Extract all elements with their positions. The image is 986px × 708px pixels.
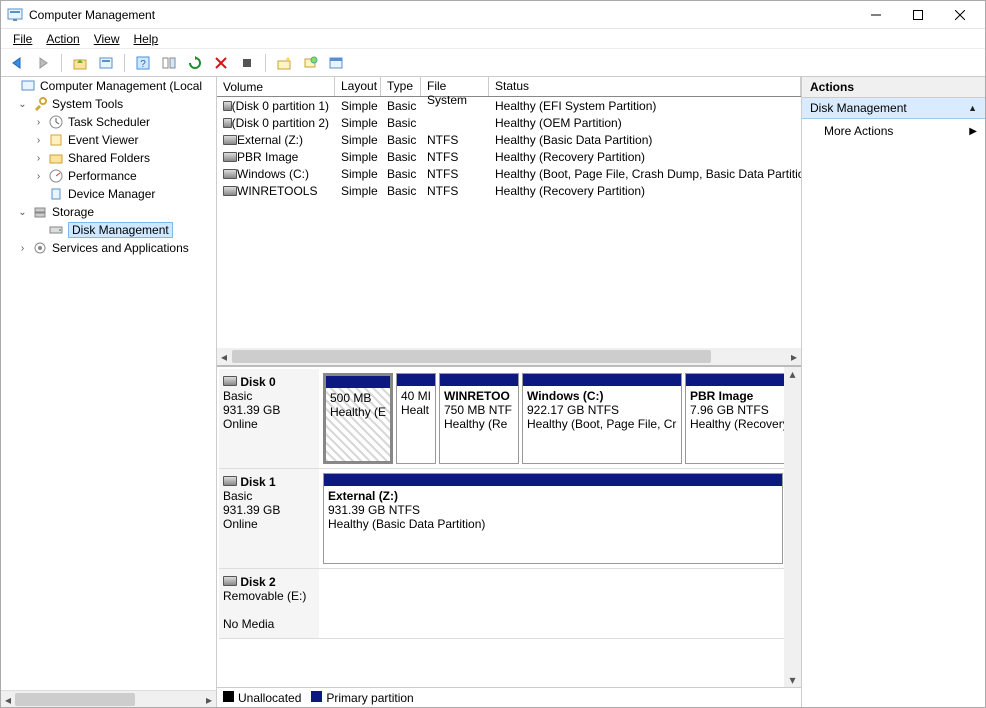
- forward-icon[interactable]: [33, 53, 53, 73]
- settings-icon[interactable]: [326, 53, 346, 73]
- partition-box[interactable]: WINRETOO750 MB NTFHealthy (Re: [439, 373, 519, 464]
- drive-icon: [223, 376, 237, 386]
- drive-icon: [223, 101, 232, 111]
- computer-icon: [20, 78, 36, 94]
- actions-pane: Actions Disk Management ▲ More Actions ▶: [802, 77, 985, 707]
- tree-scrollbar[interactable]: ◂▸: [1, 690, 216, 707]
- volume-row[interactable]: (Disk 0 partition 2)SimpleBasicHealthy (…: [217, 114, 801, 131]
- volume-row[interactable]: WINRETOOLSSimpleBasicNTFSHealthy (Recove…: [217, 182, 801, 199]
- perf-icon: [48, 168, 64, 184]
- window-title: Computer Management: [29, 8, 855, 22]
- tree-device-manager[interactable]: Device Manager: [1, 185, 216, 203]
- disk-row[interactable]: Disk 1Basic931.39 GBOnlineExternal (Z:)9…: [219, 469, 801, 569]
- disk-graphical-view[interactable]: Disk 0Basic931.39 GBOnline500 MBHealthy …: [217, 367, 801, 707]
- col-type[interactable]: Type: [381, 77, 421, 96]
- disk-row[interactable]: Disk 0Basic931.39 GBOnline500 MBHealthy …: [219, 369, 801, 469]
- volume-row[interactable]: PBR ImageSimpleBasicNTFSHealthy (Recover…: [217, 148, 801, 165]
- navigation-tree[interactable]: Computer Management (Local ⌄ System Tool…: [1, 77, 217, 707]
- drive-icon: [223, 118, 232, 128]
- drive-icon: [223, 169, 237, 179]
- chevron-right-icon: ▶: [969, 126, 977, 137]
- attach-icon[interactable]: [300, 53, 320, 73]
- legend: Unallocated Primary partition: [217, 687, 801, 707]
- volume-header[interactable]: Volume Layout Type File System Status: [217, 77, 801, 97]
- partition-box[interactable]: Windows (C:)922.17 GB NTFSHealthy (Boot,…: [522, 373, 682, 464]
- tree-services-apps[interactable]: ›Services and Applications: [1, 239, 216, 257]
- app-icon: [7, 7, 23, 23]
- services-icon: [32, 240, 48, 256]
- drive-icon: [223, 135, 237, 145]
- actions-header: Actions: [802, 77, 985, 98]
- menu-action[interactable]: Action: [40, 31, 85, 47]
- minimize-button[interactable]: [855, 1, 897, 29]
- storage-icon: [32, 204, 48, 220]
- svg-text:?: ?: [140, 59, 146, 70]
- drive-icon: [223, 186, 237, 196]
- col-volume[interactable]: Volume: [217, 77, 335, 96]
- partition-box[interactable]: External (Z:)931.39 GB NTFSHealthy (Basi…: [323, 473, 783, 564]
- titlebar: Computer Management: [1, 1, 985, 29]
- device-icon: [48, 186, 64, 202]
- delete-icon[interactable]: [211, 53, 231, 73]
- event-icon: [48, 132, 64, 148]
- menu-view[interactable]: View: [88, 31, 126, 47]
- menu-help[interactable]: Help: [128, 31, 165, 47]
- actions-more[interactable]: More Actions ▶: [802, 119, 985, 143]
- tree-storage[interactable]: ⌄Storage: [1, 203, 216, 221]
- up-folder-icon[interactable]: [70, 53, 90, 73]
- center-pane: Volume Layout Type File System Status (D…: [217, 77, 802, 707]
- drive-icon: [223, 152, 237, 162]
- tree-disk-management[interactable]: Disk Management: [1, 221, 216, 239]
- properties-icon[interactable]: [96, 53, 116, 73]
- tree-system-tools[interactable]: ⌄ System Tools: [1, 95, 216, 113]
- tree-shared-folders[interactable]: ›Shared Folders: [1, 149, 216, 167]
- tree-root[interactable]: Computer Management (Local: [1, 77, 216, 95]
- disk-info[interactable]: Disk 0Basic931.39 GBOnline: [219, 369, 319, 468]
- tools-icon: [32, 96, 48, 112]
- menu-file[interactable]: File: [7, 31, 38, 47]
- col-layout[interactable]: Layout: [335, 77, 381, 96]
- partition-box[interactable]: PBR Image7.96 GB NTFSHealthy (Recovery: [685, 373, 795, 464]
- volume-row[interactable]: Windows (C:)SimpleBasicNTFSHealthy (Boot…: [217, 165, 801, 182]
- col-status[interactable]: Status: [489, 77, 801, 96]
- tree-event-viewer[interactable]: ›Event Viewer: [1, 131, 216, 149]
- back-icon[interactable]: [7, 53, 27, 73]
- graphical-scrollbar[interactable]: ▴▾: [784, 367, 801, 687]
- toolbar: ?: [1, 49, 985, 77]
- clock-icon: [48, 114, 64, 130]
- close-button[interactable]: [939, 1, 981, 29]
- tree-task-scheduler[interactable]: ›Task Scheduler: [1, 113, 216, 131]
- menubar: File Action View Help: [1, 29, 985, 49]
- volume-list[interactable]: Volume Layout Type File System Status (D…: [217, 77, 801, 367]
- legend-primary: Primary partition: [326, 691, 413, 705]
- volume-row[interactable]: External (Z:)SimpleBasicNTFSHealthy (Bas…: [217, 131, 801, 148]
- drive-icon: [223, 576, 237, 586]
- disk-info[interactable]: Disk 1Basic931.39 GBOnline: [219, 469, 319, 568]
- new-vol-icon[interactable]: [274, 53, 294, 73]
- maximize-button[interactable]: [897, 1, 939, 29]
- collapse-icon[interactable]: ▲: [968, 103, 977, 113]
- pane-icon[interactable]: [159, 53, 179, 73]
- stop-icon[interactable]: [237, 53, 257, 73]
- drive-icon: [223, 476, 237, 486]
- volume-row[interactable]: (Disk 0 partition 1)SimpleBasicHealthy (…: [217, 97, 801, 114]
- disk-info[interactable]: Disk 2Removable (E:)No Media: [219, 569, 319, 638]
- volume-scrollbar[interactable]: ◂▸: [217, 348, 801, 365]
- actions-context[interactable]: Disk Management ▲: [802, 98, 985, 119]
- refresh-icon[interactable]: [185, 53, 205, 73]
- legend-unallocated: Unallocated: [238, 691, 301, 705]
- disk-icon: [48, 222, 64, 238]
- tree-performance[interactable]: ›Performance: [1, 167, 216, 185]
- col-filesystem[interactable]: File System: [421, 77, 489, 96]
- disk-row[interactable]: Disk 2Removable (E:)No Media: [219, 569, 801, 639]
- help-icon[interactable]: ?: [133, 53, 153, 73]
- folder-icon: [48, 150, 64, 166]
- partition-box[interactable]: 500 MBHealthy (EFI: [323, 373, 393, 464]
- partition-box[interactable]: 40 MIHealt: [396, 373, 436, 464]
